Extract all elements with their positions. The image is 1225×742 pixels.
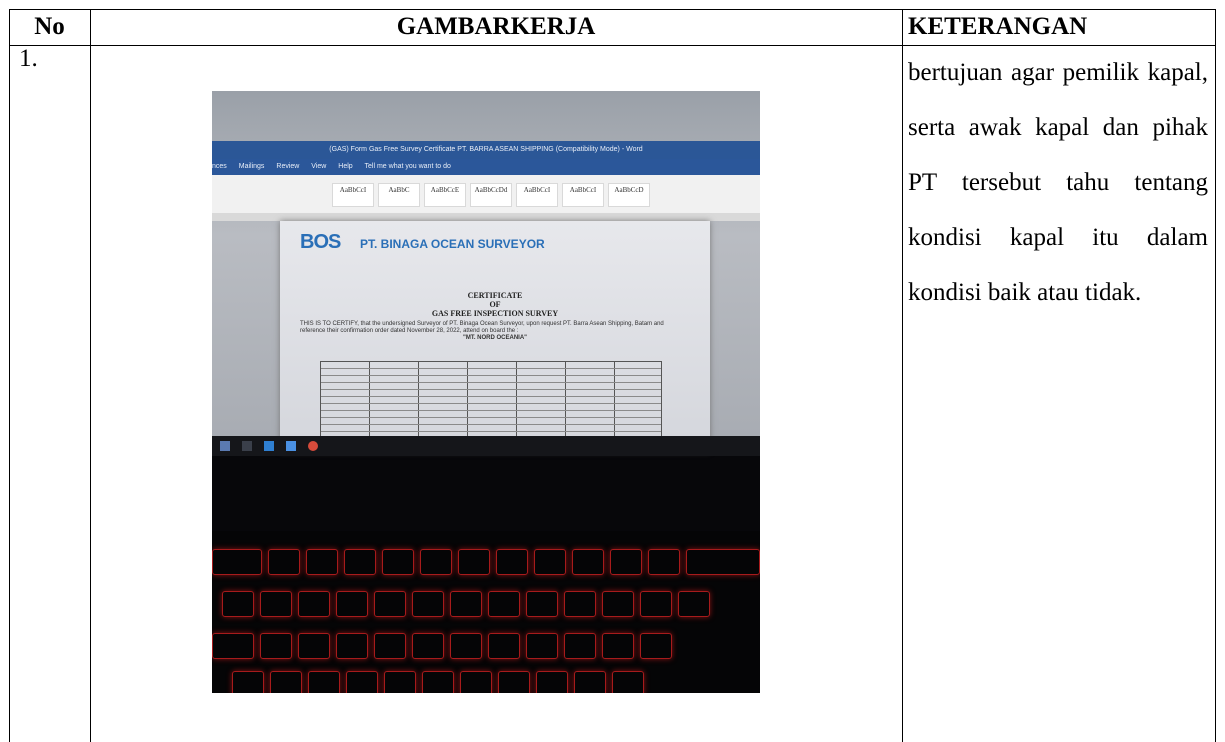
laptop-screen: (GAS) Form Gas Free Survey Certificate P…	[212, 91, 760, 456]
style-swatch: AaBbCcD	[608, 183, 650, 207]
keyboard-key	[526, 633, 558, 659]
keyboard-key	[648, 549, 680, 575]
certificate-title: CERTIFICATE	[467, 291, 523, 300]
laptop-keyboard	[212, 531, 760, 693]
keyboard-key	[260, 591, 292, 617]
keyboard-key	[212, 549, 262, 575]
certificate-of: OF	[489, 300, 501, 309]
keyboard-key	[384, 671, 416, 693]
company-logo: BOS	[300, 231, 341, 253]
keyboard-key	[232, 671, 264, 693]
taskbar-icon	[264, 441, 274, 451]
keyboard-key	[422, 671, 454, 693]
vessel-name: "MT. NORD OCEANIA"	[462, 335, 528, 341]
keyboard-key	[270, 671, 302, 693]
word-title-bar: (GAS) Form Gas Free Survey Certificate P…	[212, 141, 760, 159]
keyboard-key	[420, 549, 452, 575]
certificate-subtitle: GAS FREE INSPECTION SURVEY	[431, 309, 559, 318]
keyboard-key	[298, 633, 330, 659]
keyboard-key	[458, 549, 490, 575]
document-page: BOS PT. BINAGA OCEAN SURVEYOR CERTIFICAT…	[280, 221, 710, 453]
keyboard-key	[574, 671, 606, 693]
table-border-right	[1215, 9, 1216, 742]
windows-taskbar	[212, 436, 760, 456]
keyboard-key	[564, 633, 596, 659]
word-ribbon: AaBbCcI AaBbC AaBbCcE AaBbCcDd AaBbCcI A…	[212, 175, 760, 214]
keyboard-key	[488, 591, 520, 617]
keyboard-key	[374, 633, 406, 659]
column-divider-2	[902, 9, 903, 742]
table-border-left	[9, 9, 10, 742]
keyboard-key	[640, 633, 672, 659]
taskbar-icon	[220, 441, 230, 451]
keyboard-key	[498, 671, 530, 693]
header-keterangan: KETERANGAN	[908, 13, 1088, 40]
certificate-body: THIS IS TO CERTIFY, that the undersigned…	[300, 321, 690, 342]
keyboard-key	[686, 549, 760, 575]
company-name: PT. BINAGA OCEAN SURVEYOR	[360, 237, 545, 251]
style-swatch: AaBbCcI	[332, 183, 374, 207]
taskbar-icon	[308, 441, 318, 451]
keyboard-key	[612, 671, 644, 693]
keyboard-key	[534, 549, 566, 575]
keyboard-key	[382, 549, 414, 575]
menu-item: Review	[276, 163, 300, 170]
keyboard-key	[336, 591, 368, 617]
keyboard-key	[602, 591, 634, 617]
style-swatch: AaBbCcI	[562, 183, 604, 207]
keyboard-key	[212, 633, 254, 659]
styles-gallery: AaBbCcI AaBbC AaBbCcE AaBbCcDd AaBbCcI A…	[332, 183, 650, 207]
menu-item: Help	[338, 163, 353, 170]
taskbar-icon	[242, 441, 252, 451]
keyboard-key	[306, 549, 338, 575]
style-swatch: AaBbCcE	[424, 183, 466, 207]
keyboard-key	[308, 671, 340, 693]
keyboard-key	[450, 633, 482, 659]
keyboard-key	[450, 591, 482, 617]
header-no: No	[34, 13, 65, 40]
menu-item: nces	[212, 163, 227, 170]
keyboard-key	[344, 549, 376, 575]
keyboard-key	[496, 549, 528, 575]
keyboard-key	[640, 591, 672, 617]
style-swatch: AaBbC	[378, 183, 420, 207]
row-keterangan: bertujuan agar pemilik kapal, serta awak…	[908, 59, 1208, 306]
keyboard-key	[460, 671, 492, 693]
row-number: 1.	[19, 45, 38, 72]
keyboard-key	[412, 591, 444, 617]
style-swatch: AaBbCcI	[516, 183, 558, 207]
work-photo: (GAS) Form Gas Free Survey Certificate P…	[212, 91, 760, 693]
keyboard-key	[374, 591, 406, 617]
keyboard-key	[572, 549, 604, 575]
keyboard-key	[564, 591, 596, 617]
keyboard-key	[678, 591, 710, 617]
certify-text: THIS IS TO CERTIFY, that the undersigned…	[300, 321, 664, 334]
keyboard-key	[412, 633, 444, 659]
column-divider-1	[90, 9, 91, 742]
keyboard-key	[526, 591, 558, 617]
keyboard-key	[268, 549, 300, 575]
keyboard-key	[336, 633, 368, 659]
word-menu-bar: nces Mailings Review View Help Tell me w…	[212, 159, 760, 175]
word-ruler	[212, 213, 760, 221]
taskbar-icon	[286, 441, 296, 451]
keyboard-key	[346, 671, 378, 693]
style-swatch: AaBbCcDd	[470, 183, 512, 207]
menu-item: View	[311, 163, 327, 170]
menu-item: Tell me what you want to do	[364, 163, 451, 170]
keyboard-key	[536, 671, 568, 693]
keyboard-key	[260, 633, 292, 659]
keyboard-key	[602, 633, 634, 659]
header-gambar-kerja: GAMBARKERJA	[396, 13, 596, 40]
certificate-heading: CERTIFICATE OF GAS FREE INSPECTION SURVE…	[280, 291, 710, 318]
keyboard-key	[222, 591, 254, 617]
keyboard-key	[610, 549, 642, 575]
keyboard-key	[488, 633, 520, 659]
menu-item: Mailings	[238, 163, 265, 170]
keyboard-key	[298, 591, 330, 617]
